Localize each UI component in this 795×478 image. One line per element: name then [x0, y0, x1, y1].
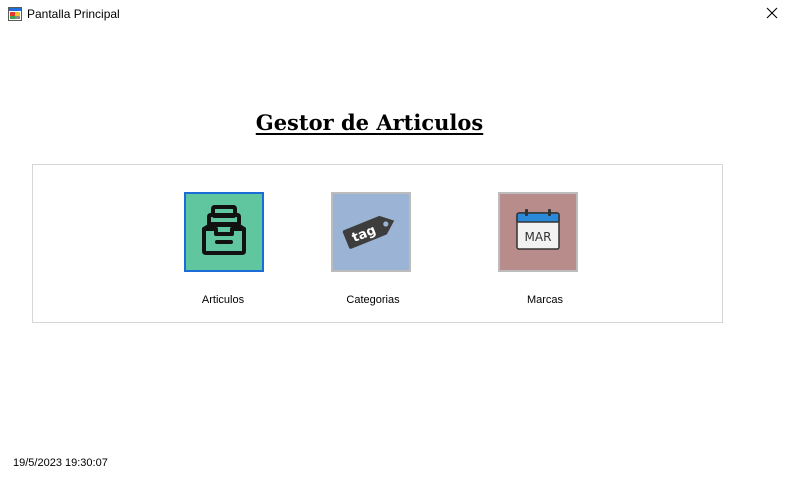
window-title: Pantalla Principal	[27, 7, 120, 21]
close-icon	[766, 6, 778, 24]
archive-drawer-icon	[194, 200, 254, 265]
categorias-label: Categorias	[346, 294, 400, 306]
datetime-label: 19/5/2023 19:30:07	[13, 457, 108, 469]
app-window-icon	[8, 7, 22, 21]
calendar-icon-text: MAR	[525, 230, 552, 244]
marcas-label: Marcas	[526, 294, 564, 306]
articulos-button[interactable]	[184, 192, 264, 272]
calendar-icon: MAR	[508, 200, 568, 265]
tag-icon: tag	[338, 200, 404, 265]
page-title: Gestor de Articulos	[255, 110, 484, 135]
title-bar: Pantalla Principal	[0, 0, 795, 30]
marcas-button[interactable]: MAR	[498, 192, 578, 272]
categorias-button[interactable]: tag	[331, 192, 411, 272]
articulos-label: Articulos	[201, 294, 245, 306]
close-button[interactable]	[749, 0, 795, 30]
